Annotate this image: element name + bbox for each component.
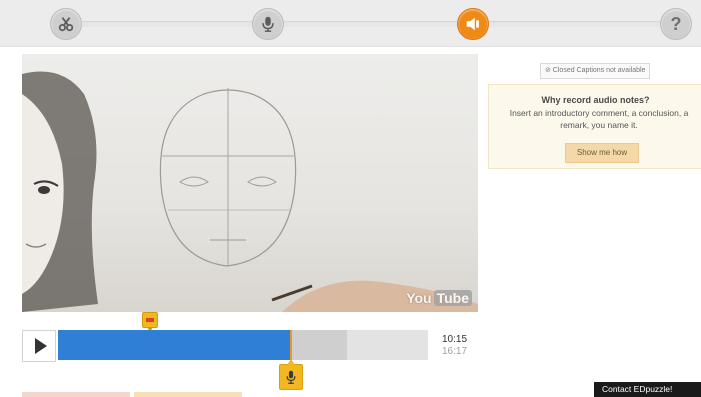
video-player[interactable]: You Tube bbox=[22, 54, 478, 312]
bottom-tabs-partial bbox=[22, 392, 262, 397]
step-audio-notes[interactable] bbox=[457, 8, 489, 40]
question-icon: ? bbox=[670, 13, 682, 34]
play-button[interactable] bbox=[22, 330, 56, 362]
step-quiz[interactable]: ? bbox=[660, 8, 692, 40]
bottom-tab-left[interactable] bbox=[22, 392, 130, 397]
video-sketch-image bbox=[22, 71, 478, 312]
record-audio-note-button[interactable] bbox=[279, 359, 303, 390]
closed-captions-badge: ⊘ Closed Captions not available bbox=[540, 63, 651, 79]
step-track bbox=[68, 21, 680, 27]
microphone-icon bbox=[286, 370, 296, 384]
comment-marker[interactable] bbox=[142, 312, 158, 332]
contact-button[interactable]: Contact EDpuzzle! bbox=[594, 382, 701, 397]
timeline-progress bbox=[58, 330, 291, 360]
audio-notes-description: Insert an introductory comment, a conclu… bbox=[509, 108, 689, 130]
step-voiceover[interactable] bbox=[252, 8, 284, 40]
scissors-icon bbox=[58, 17, 74, 32]
audio-notes-title: Why record audio notes? bbox=[541, 95, 650, 105]
show-me-how-button[interactable]: Show me how bbox=[565, 143, 639, 163]
current-time: 10:15 bbox=[442, 334, 468, 345]
total-time: 16:17 bbox=[442, 346, 468, 357]
microphone-icon bbox=[262, 16, 274, 32]
play-icon bbox=[34, 338, 47, 354]
youtube-you-text: You bbox=[406, 290, 432, 306]
youtube-tube-text: Tube bbox=[433, 290, 472, 306]
speaker-icon bbox=[466, 17, 479, 31]
timeline-scrubber[interactable] bbox=[58, 330, 428, 360]
step-navigation: ? bbox=[0, 0, 701, 47]
bottom-tab-right[interactable] bbox=[134, 392, 242, 397]
youtube-watermark: You Tube bbox=[406, 290, 472, 306]
timeline-playhead[interactable] bbox=[290, 330, 292, 360]
step-cut[interactable] bbox=[50, 8, 82, 40]
